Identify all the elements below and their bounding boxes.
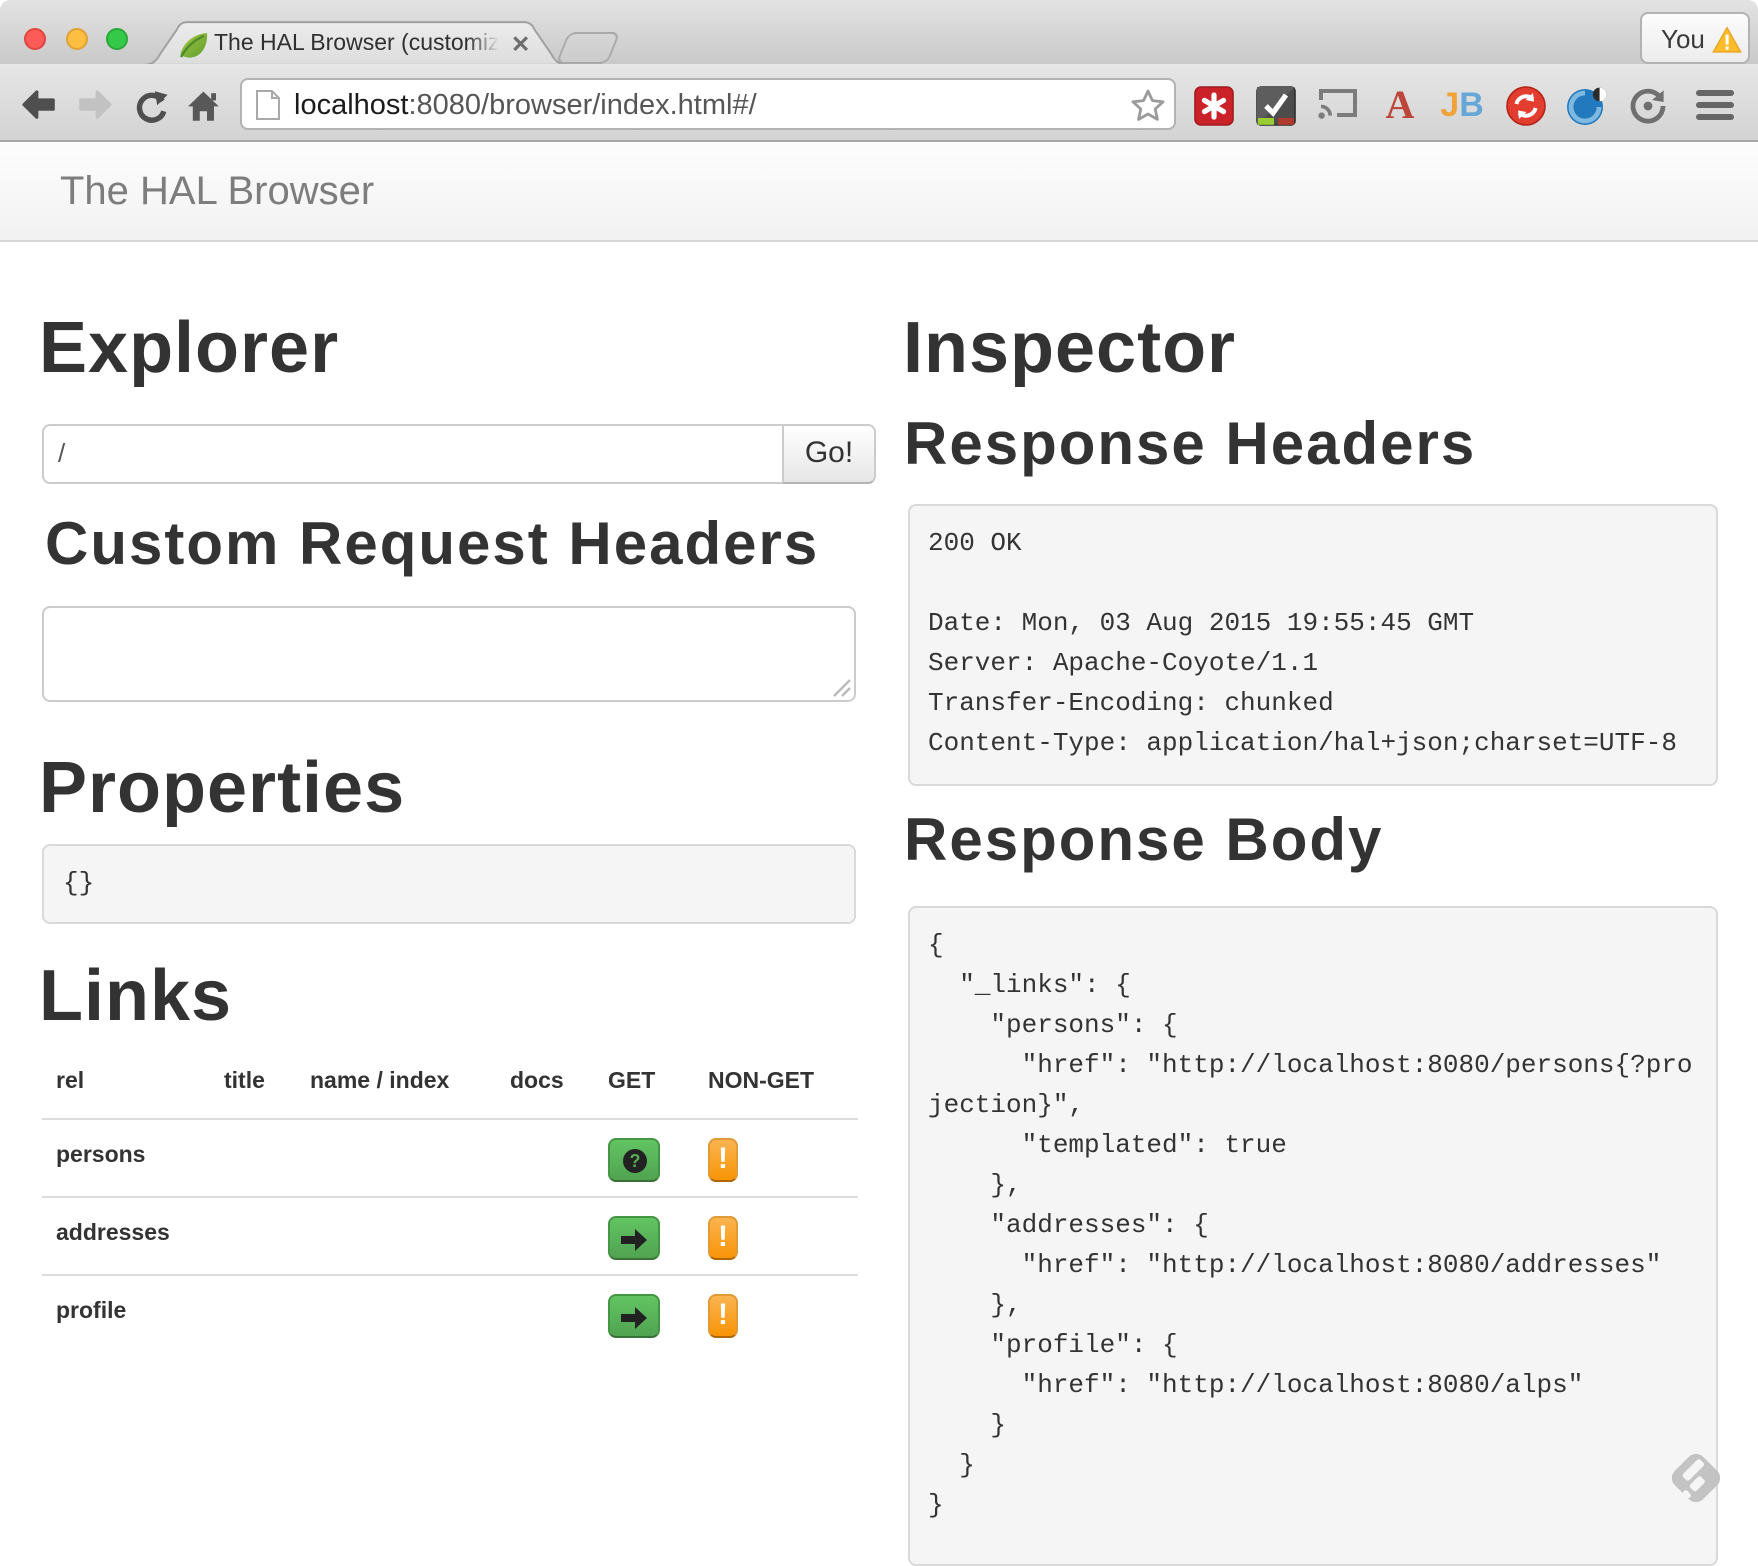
svg-text:?: ?	[630, 1151, 641, 1171]
